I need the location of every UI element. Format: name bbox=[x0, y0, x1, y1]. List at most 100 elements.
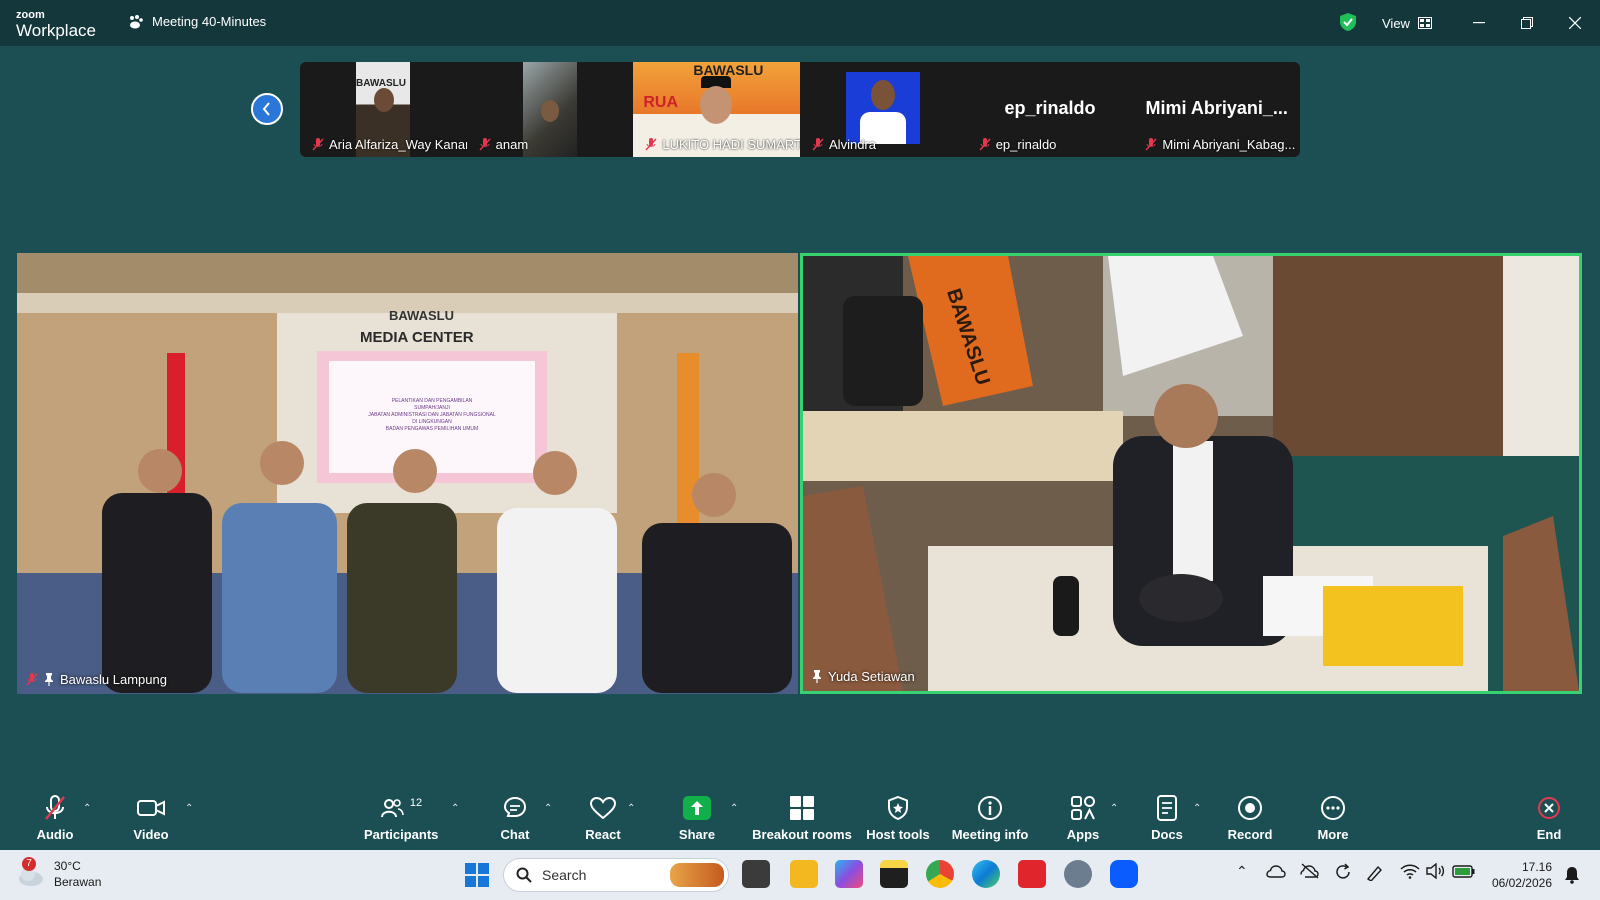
participants-button[interactable]: 12 Participants bbox=[364, 793, 438, 842]
taskbar-clock[interactable]: 17.16 06/02/2026 bbox=[1490, 859, 1552, 891]
task-view-app-icon[interactable] bbox=[742, 860, 770, 888]
pin-icon bbox=[813, 670, 821, 683]
battery-charging-icon[interactable] bbox=[1452, 863, 1476, 879]
refresh-icon[interactable] bbox=[1334, 863, 1352, 881]
close-icon[interactable] bbox=[1560, 8, 1590, 38]
settings-gear-app-icon[interactable] bbox=[1064, 860, 1092, 888]
apps-options-caret-up-icon[interactable]: ⌃ bbox=[1110, 803, 1118, 814]
filmstrip-prev-button[interactable] bbox=[251, 93, 283, 125]
chat-icon bbox=[503, 796, 527, 817]
audio-button[interactable]: Audio bbox=[30, 793, 80, 842]
apps-button[interactable]: Apps bbox=[1058, 793, 1108, 842]
notification-bell-icon[interactable] bbox=[1564, 866, 1580, 884]
speaker-office-video bbox=[803, 256, 1579, 691]
main-video-right-active-speaker[interactable]: BAWASLU Yuda Setiawan bbox=[800, 253, 1582, 694]
more-button[interactable]: More bbox=[1308, 793, 1358, 842]
temperature: 30°C bbox=[54, 859, 81, 873]
docs-options-caret-up-icon[interactable]: ⌃ bbox=[1193, 803, 1201, 814]
participant-tile[interactable]: anam bbox=[467, 62, 634, 157]
audio-options-caret-up-icon[interactable]: ⌃ bbox=[83, 803, 91, 814]
participant-name: Bawaslu Lampung bbox=[60, 672, 167, 687]
windows-taskbar: 7 30°C Berawan Search ⌃ 17.16 06/02/2026 bbox=[0, 850, 1600, 900]
search-icon bbox=[516, 867, 532, 883]
wps-office-app-icon[interactable] bbox=[1018, 860, 1046, 888]
more-icon bbox=[1321, 796, 1345, 820]
breakout-grid-icon bbox=[790, 796, 814, 820]
host-shield-icon bbox=[888, 796, 908, 820]
restore-icon[interactable] bbox=[1512, 8, 1542, 38]
clock-date: 06/02/2026 bbox=[1491, 876, 1552, 890]
info-icon bbox=[978, 796, 1002, 820]
mic-muted-icon bbox=[312, 138, 324, 151]
meeting-info-button[interactable]: Meeting info bbox=[948, 793, 1032, 842]
share-button[interactable]: Share bbox=[672, 793, 722, 842]
video-options-caret-up-icon[interactable]: ⌃ bbox=[185, 803, 193, 814]
zoom-app-icon[interactable] bbox=[1110, 860, 1138, 888]
search-placeholder: Search bbox=[542, 867, 587, 883]
main-video-left[interactable]: BAWASLU MEDIA CENTER PELANTIKAN DAN PENG… bbox=[17, 253, 798, 694]
breakout-rooms-button[interactable]: Breakout rooms bbox=[752, 793, 852, 842]
wifi-icon[interactable] bbox=[1400, 863, 1420, 879]
participant-display-name: Mimi Abriyani_... bbox=[1145, 98, 1288, 118]
brand-workplace: Workplace bbox=[16, 21, 96, 40]
video-camera-icon bbox=[137, 800, 165, 816]
participant-filmstrip: BAWASLU Aria Alfariza_Way Kanan anam BAW… bbox=[300, 62, 1300, 157]
chevron-left-icon bbox=[262, 102, 270, 116]
search-highlight-image bbox=[670, 863, 724, 887]
participant-display-name: ep_rinaldo bbox=[1004, 98, 1096, 118]
title-bar: zoom Workplace Meeting 40-Minutes View bbox=[0, 0, 1600, 46]
participant-tile[interactable]: Alvindra bbox=[800, 62, 967, 157]
onedrive-cloud-icon[interactable] bbox=[1266, 863, 1286, 879]
sticky-notes-app-icon[interactable] bbox=[880, 860, 908, 888]
participant-tile[interactable]: BAWASLU RUA LUKITO HADI SUMART... bbox=[633, 62, 801, 157]
participant-name: Mimi Abriyani_Kabag... bbox=[1162, 137, 1296, 152]
mic-muted-icon bbox=[1145, 138, 1157, 151]
participant-name: Alvindra bbox=[829, 137, 876, 152]
shield-check-icon[interactable] bbox=[1338, 12, 1358, 32]
chat-button[interactable]: Chat bbox=[490, 793, 540, 842]
taskbar-search-box[interactable]: Search bbox=[503, 858, 729, 892]
participants-options-caret-up-icon[interactable]: ⌃ bbox=[451, 803, 459, 814]
meeting-toolbar: Audio ⌃ Video ⌃ 12 Participants ⌃ Chat ⌃… bbox=[0, 793, 1600, 850]
host-tools-button[interactable]: Host tools bbox=[862, 793, 934, 842]
minimize-icon[interactable] bbox=[1464, 8, 1494, 38]
weather-widget[interactable]: 7 30°C Berawan bbox=[16, 857, 102, 890]
participant-name: Aria Alfariza_Way Kanan bbox=[329, 137, 467, 152]
view-button[interactable]: View bbox=[1370, 11, 1444, 35]
edge-app-icon[interactable] bbox=[972, 860, 1000, 888]
participant-name: Yuda Setiawan bbox=[828, 669, 915, 684]
participants-icon bbox=[380, 799, 404, 818]
video-button[interactable]: Video bbox=[126, 793, 176, 842]
microsoft-365-app-icon[interactable] bbox=[835, 860, 863, 888]
chat-options-caret-up-icon[interactable]: ⌃ bbox=[544, 803, 552, 814]
sync-off-icon[interactable] bbox=[1300, 863, 1320, 879]
participant-video bbox=[522, 62, 577, 157]
participant-tile[interactable]: Mimi Abriyani_... Mimi Abriyani_Kabag... bbox=[1133, 62, 1300, 157]
participant-name: ep_rinaldo bbox=[995, 137, 1057, 152]
chrome-app-icon[interactable] bbox=[926, 860, 954, 888]
react-options-caret-up-icon[interactable]: ⌃ bbox=[627, 803, 635, 814]
volume-icon[interactable] bbox=[1426, 863, 1446, 879]
video-bawaslu-logo-text: BAWASLU bbox=[389, 308, 454, 323]
file-explorer-app-icon[interactable] bbox=[790, 860, 818, 888]
end-meeting-button[interactable]: End bbox=[1524, 793, 1574, 842]
weather-description: Berawan bbox=[54, 875, 102, 889]
video-media-center-text: MEDIA CENTER bbox=[360, 329, 474, 346]
share-arrow-icon bbox=[683, 796, 711, 820]
clock-time: 17.16 bbox=[1521, 860, 1552, 874]
record-button[interactable]: Record bbox=[1225, 793, 1275, 842]
docs-button[interactable]: Docs bbox=[1142, 793, 1192, 842]
mic-muted-icon bbox=[645, 138, 657, 151]
participant-tile[interactable]: ep_rinaldo ep_rinaldo bbox=[967, 62, 1134, 157]
mic-muted-icon bbox=[479, 138, 491, 151]
participant-count: 12 bbox=[409, 797, 423, 809]
tray-overflow-caret-up-icon[interactable]: ⌃ bbox=[1236, 863, 1248, 880]
pen-device-icon[interactable] bbox=[1366, 863, 1386, 881]
meeting-title-text: Meeting 40-Minutes bbox=[152, 14, 267, 29]
windows-start-icon[interactable] bbox=[465, 863, 489, 887]
react-button[interactable]: React bbox=[578, 793, 628, 842]
share-options-caret-up-icon[interactable]: ⌃ bbox=[730, 803, 738, 814]
participant-tile[interactable]: BAWASLU Aria Alfariza_Way Kanan bbox=[300, 62, 467, 157]
mic-muted-icon bbox=[979, 138, 991, 151]
meeting-title[interactable]: Meeting 40-Minutes bbox=[128, 14, 266, 29]
